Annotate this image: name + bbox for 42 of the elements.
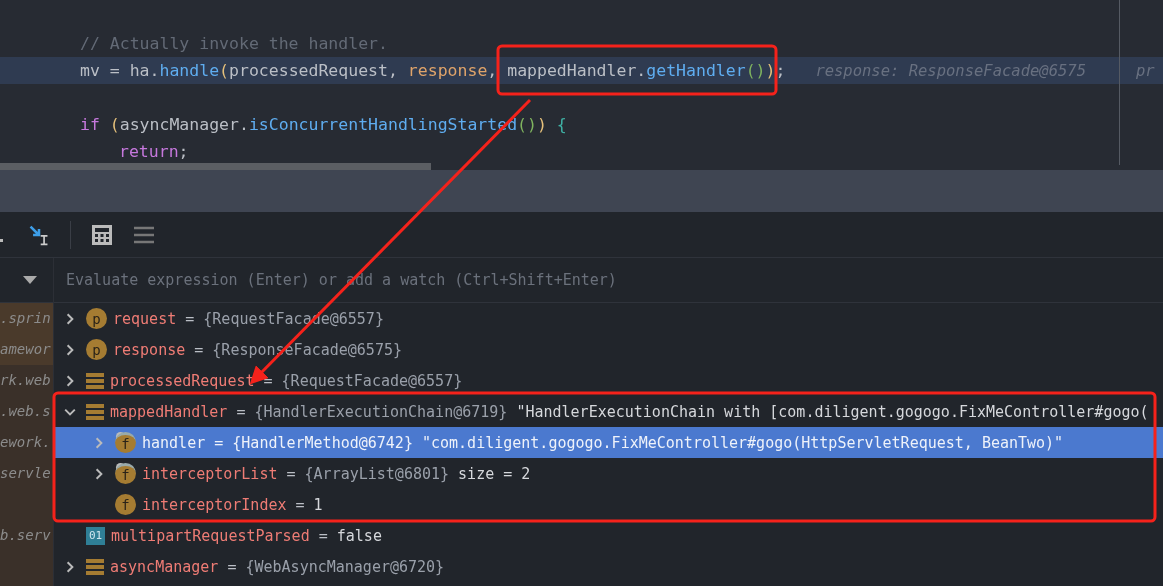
tree-row[interactable]: f handler = {HandlerMethod@6742} "com.diligent.gogogo.FixMeController#gogo(HttpServletRequest, BeanTwo)" — [54, 427, 1163, 458]
inline-value-hint: pr — [1136, 61, 1155, 80]
dropdown-caret-icon[interactable] — [23, 276, 37, 284]
chevron-right-icon[interactable] — [64, 312, 76, 325]
chevron-right-icon[interactable] — [93, 467, 105, 480]
tree-row[interactable]: f interceptorIndex = 1 — [54, 489, 1163, 520]
field-icon: f — [115, 432, 136, 453]
variable-text: mappedHandler = {HandlerExecutionChain@6719} "HandlerExecutionChain with [com.diligent.gogogo.FixMeController#gogo( — [110, 402, 1149, 421]
tree-row[interactable]: asyncManager = {WebAsyncManager@6720} — [54, 551, 1163, 582]
frame-item[interactable]: b.serv — [0, 520, 53, 551]
code-line: // Actually invoke the handler. — [80, 34, 388, 53]
step-cursor-icon[interactable] — [28, 223, 50, 246]
variable-text: interceptorIndex = 1 — [142, 495, 323, 514]
tree-row[interactable]: f interceptorList = {ArrayList@6801} size = 2 — [54, 458, 1163, 489]
field-icon: f — [115, 494, 136, 515]
code-line: mv = ha.handle(processedRequest, response, mappedHandler.getHandler()); — [80, 61, 786, 80]
object-icon — [86, 371, 104, 390]
variable-text: asyncManager = {WebAsyncManager@6720} — [110, 557, 445, 576]
calculator-icon[interactable] — [91, 223, 113, 246]
tree-row[interactable]: 01 multipartRequestParsed = false — [54, 520, 1163, 551]
frame-item[interactable]: ework. — [0, 427, 53, 458]
parameter-icon: p — [86, 308, 107, 329]
tree-row[interactable]: processedRequest = {RequestFacade@6557} — [54, 365, 1163, 396]
variable-text: multipartRequestParsed = false — [111, 526, 382, 545]
tree-row[interactable]: mappedHandler = {HandlerExecutionChain@6719} "HandlerExecutionChain with [com.diligent.gogogo.FixMeController#gogo( — [54, 396, 1163, 427]
inline-value-hint: response: ResponseFacade@6575 — [815, 61, 1086, 80]
code-line: return; — [119, 142, 189, 161]
frame-item[interactable]: rk.web — [0, 365, 53, 396]
variable-text: interceptorList = {ArrayList@6801} size = 2 — [142, 464, 531, 483]
frame-item[interactable]: servle — [0, 458, 53, 489]
chevron-right-icon[interactable] — [64, 560, 76, 573]
object-icon — [86, 557, 104, 576]
variable-text: processedRequest = {RequestFacade@6557} — [110, 371, 463, 390]
object-icon — [86, 402, 104, 421]
chevron-right-icon[interactable] — [64, 343, 76, 356]
scrollbar-thumb[interactable] — [0, 163, 431, 170]
chevron-right-icon[interactable] — [64, 374, 76, 387]
boolean-icon: 01 — [86, 526, 105, 545]
field-icon: f — [115, 463, 136, 484]
frame-item[interactable]: .web.s — [0, 396, 53, 427]
variable-text: handler = {HandlerMethod@6742} "com.diligent.gogogo.FixMeController#gogo(HttpServletRequest, BeanTwo)" — [142, 433, 1064, 452]
parameter-icon: p — [86, 339, 107, 360]
